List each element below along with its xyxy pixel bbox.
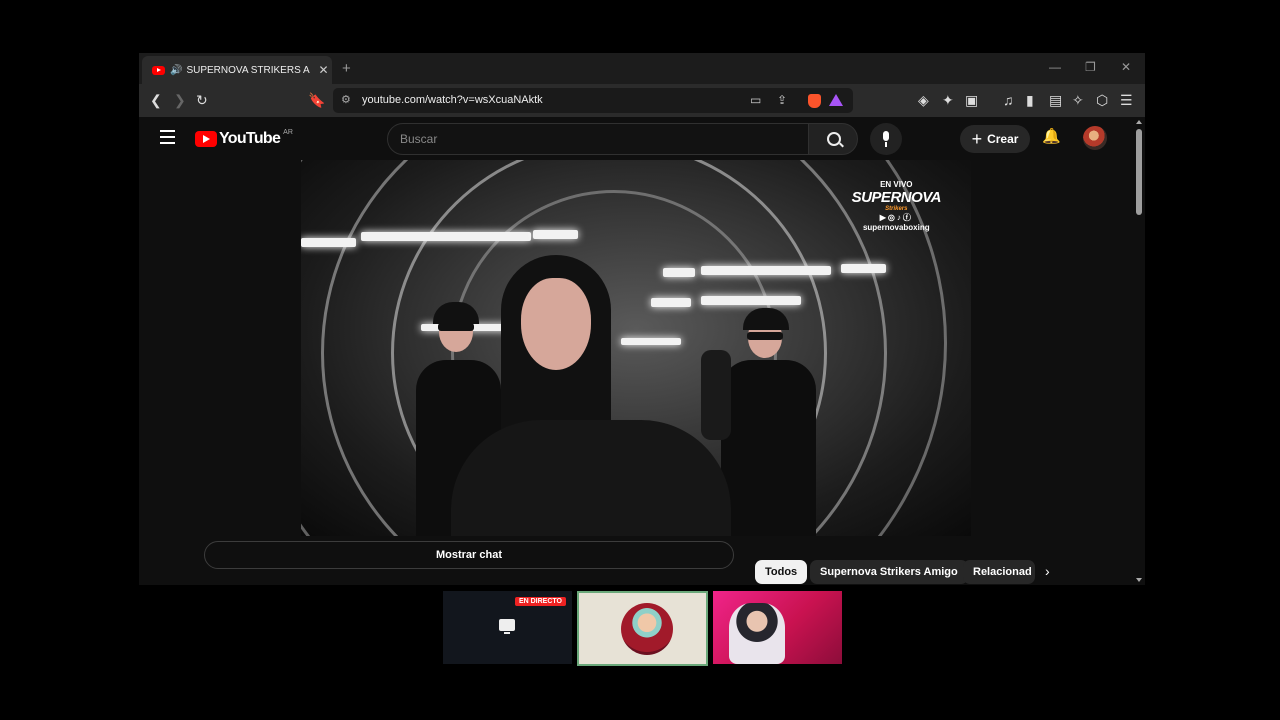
chip-related[interactable]: Relacionad	[963, 560, 1035, 584]
live-badge: EN DIRECTO	[514, 597, 566, 606]
light-bar	[651, 298, 691, 307]
plus-icon: +	[971, 128, 983, 149]
back-icon[interactable]: ❮	[150, 92, 162, 109]
video-player[interactable]: EN VIVO SUPERNOVA Strikers ▶◎♪ⓕ supernov…	[301, 160, 971, 536]
scroll-down-icon[interactable]	[1136, 578, 1142, 582]
extensions-icon[interactable]: ✦	[942, 92, 954, 109]
screenshot-icon[interactable]: ▣	[965, 92, 978, 109]
mic-icon	[883, 131, 889, 141]
minimize-icon[interactable]: —	[1049, 60, 1061, 74]
lead-dancer-body	[451, 420, 731, 536]
dancer-left-mask	[438, 323, 474, 331]
chip-todos[interactable]: Todos	[755, 560, 808, 584]
social-icons: ▶◎♪ⓕ	[879, 213, 913, 222]
voice-search-button[interactable]	[870, 123, 902, 155]
search-placeholder: Buscar	[400, 132, 438, 146]
window-thumbnail-stream[interactable]	[713, 591, 842, 664]
brave-rewards-icon[interactable]	[829, 94, 843, 106]
share-icon[interactable]: ⇪	[777, 93, 787, 107]
light-bar	[701, 266, 831, 275]
browser-toolbar: ❮ ❯ ↻ 🔖 ⚙ youtube.com/watch?v=wsXcuaNAkt…	[139, 84, 1145, 117]
hamburger-menu-icon[interactable]	[160, 130, 175, 148]
close-window-icon[interactable]: ✕	[1121, 60, 1131, 74]
light-bar	[621, 338, 681, 345]
light-bar	[841, 264, 886, 273]
below-player-row: Mostrar chat Todos Supernova Strikers Am…	[139, 536, 1133, 585]
scroll-up-icon[interactable]	[1136, 120, 1142, 124]
tab-strip: 🔊 SUPERNOVA STRIKERS AMIGO ✕ + — ❐ ✕	[139, 53, 1145, 84]
chips-next-icon[interactable]: ›	[1045, 563, 1050, 579]
restore-icon[interactable]: ❐	[1085, 60, 1096, 74]
cast-icon[interactable]: ▭	[750, 93, 761, 107]
search-icon	[827, 132, 841, 146]
light-bar	[361, 232, 531, 241]
logo-text: YouTube	[219, 130, 281, 147]
light-bar	[533, 230, 578, 239]
notifications-bell-icon[interactable]: 🔔	[1042, 127, 1061, 145]
dancer-far	[701, 350, 731, 440]
dancer-right	[721, 360, 816, 536]
channel-overlay: EN VIVO SUPERNOVA Strikers ▶◎♪ⓕ supernov…	[851, 180, 942, 232]
music-icon[interactable]: ♫	[1003, 92, 1014, 108]
mic-stand	[885, 142, 887, 147]
vpn-shield-icon[interactable]: ◈	[918, 92, 929, 109]
sidebar-icon[interactable]: ▮	[1026, 92, 1034, 109]
show-chat-button[interactable]: Mostrar chat	[204, 541, 734, 569]
lead-dancer-face	[521, 278, 591, 370]
light-bar	[701, 296, 801, 305]
youtube-logo[interactable]: YouTube AR	[195, 128, 293, 148]
light-bar	[301, 238, 356, 247]
country-code: AR	[283, 128, 293, 136]
tab-title: SUPERNOVA STRIKERS AMIGO	[186, 64, 310, 76]
new-tab-button[interactable]: +	[342, 60, 351, 77]
leo-ai-icon[interactable]: ✧	[1072, 92, 1084, 109]
url-text[interactable]: youtube.com/watch?v=wsXcuaNAktk	[362, 94, 543, 106]
bookmark-icon[interactable]: 🔖	[308, 92, 325, 109]
youtube-favicon-icon	[152, 65, 165, 75]
search-input[interactable]: Buscar	[387, 123, 809, 155]
vpn-icon[interactable]: ⬡	[1096, 92, 1108, 109]
youtube-play-icon	[195, 131, 217, 147]
address-bar[interactable]: ⚙ youtube.com/watch?v=wsXcuaNAktk ▭ ⇪	[333, 88, 853, 113]
light-bar	[663, 268, 695, 277]
live-label: EN VIVO	[880, 180, 913, 189]
browser-window: 🔊 SUPERNOVA STRIKERS AMIGO ✕ + — ❐ ✕ ❮ ❯…	[139, 53, 1145, 585]
page-scrollbar[interactable]	[1133, 117, 1145, 585]
site-info-icon[interactable]: ⚙	[341, 93, 351, 106]
audio-playing-icon[interactable]: 🔊	[170, 65, 182, 76]
streamer-image	[729, 603, 785, 664]
scroll-thumb[interactable]	[1136, 129, 1142, 215]
display-icon	[499, 619, 515, 634]
forward-icon[interactable]: ❯	[174, 92, 186, 109]
avatar-image	[621, 603, 673, 655]
close-tab-icon[interactable]: ✕	[318, 63, 328, 77]
browser-tab[interactable]: 🔊 SUPERNOVA STRIKERS AMIGO ✕	[142, 56, 332, 84]
menu-icon[interactable]: ☰	[1120, 92, 1133, 109]
chip-channel[interactable]: Supernova Strikers Amigo	[810, 560, 968, 584]
reload-icon[interactable]: ↻	[196, 92, 208, 109]
window-thumbnail-live[interactable]: EN DIRECTO	[443, 591, 572, 664]
brand-logo: SUPERNOVA	[851, 189, 942, 206]
user-avatar[interactable]	[1083, 126, 1107, 150]
create-label: Crear	[987, 132, 1019, 146]
wallet-icon[interactable]: ▤	[1049, 92, 1062, 109]
brave-shields-icon[interactable]	[808, 94, 821, 108]
channel-handle: supernovaboxing	[862, 223, 930, 232]
youtube-header: YouTube AR Buscar + Crear 🔔	[139, 117, 1133, 160]
create-button[interactable]: + Crear	[960, 125, 1030, 153]
dancer-right-mask	[747, 332, 783, 340]
window-thumbnail-avatar[interactable]	[577, 591, 708, 666]
search-button[interactable]	[808, 123, 858, 155]
